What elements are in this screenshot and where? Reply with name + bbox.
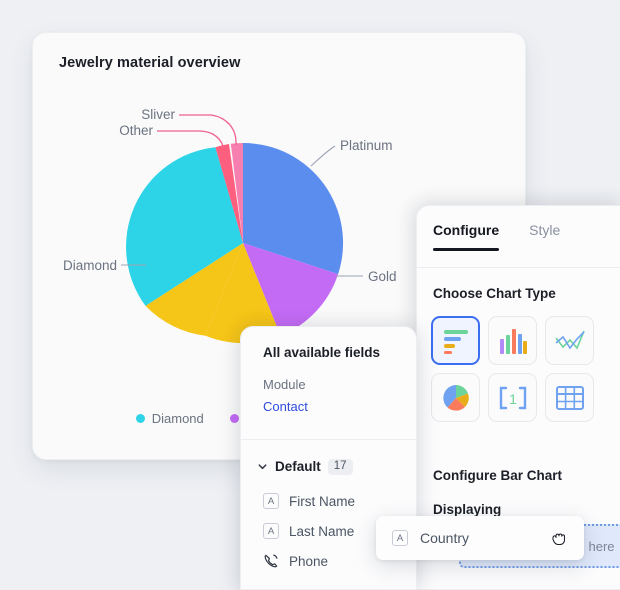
grabbing-hand-cursor <box>552 533 566 545</box>
legend-item[interactable]: Diamond <box>135 411 204 426</box>
field-group-label: Default <box>275 459 321 475</box>
field-item-label: Last Name <box>289 523 355 539</box>
drop-zone-clip: Add or drag field here <box>416 0 620 588</box>
field-group-count-badge: 17 <box>327 459 353 475</box>
field-item-last-name[interactable]: A Last Name <box>263 523 354 539</box>
legend-dot-icon <box>135 414 145 423</box>
pie-label-diamond: Diamond <box>63 258 117 273</box>
pie-label-sliver: Sliver <box>141 107 175 122</box>
phone-icon <box>264 554 278 568</box>
pie-slices <box>126 142 344 344</box>
field-group-default[interactable]: Default 17 <box>257 459 353 475</box>
callout-line-sliver <box>179 114 237 146</box>
text-field-icon: A <box>392 530 408 546</box>
pie-label-gold: Gold <box>368 269 397 284</box>
drag-chip-label: Country <box>420 530 470 546</box>
text-field-icon: A <box>263 523 279 539</box>
legend-dot-icon <box>229 414 239 423</box>
fields-divider <box>241 439 416 440</box>
callout-line-other <box>157 130 224 147</box>
pie-label-other: Other <box>119 123 153 138</box>
drag-ghost-chip[interactable]: A Country <box>376 516 584 560</box>
field-item-label: First Name <box>289 493 356 509</box>
legend-label: Diamond <box>151 411 204 426</box>
page-title: Jewelry material overview <box>59 55 241 71</box>
chevron-down-icon <box>258 464 267 470</box>
module-label: Module <box>263 377 306 392</box>
module-value-link[interactable]: Contact <box>263 399 308 414</box>
field-item-first-name[interactable]: A First Name <box>263 493 355 509</box>
pie-label-platinum: Platinum <box>340 138 393 153</box>
field-item-label: Phone <box>289 553 329 569</box>
field-item-phone[interactable]: Phone <box>263 553 328 569</box>
available-fields-title: All available fields <box>263 345 381 360</box>
text-field-icon: A <box>263 493 279 509</box>
callout-line-platinum <box>310 145 336 167</box>
